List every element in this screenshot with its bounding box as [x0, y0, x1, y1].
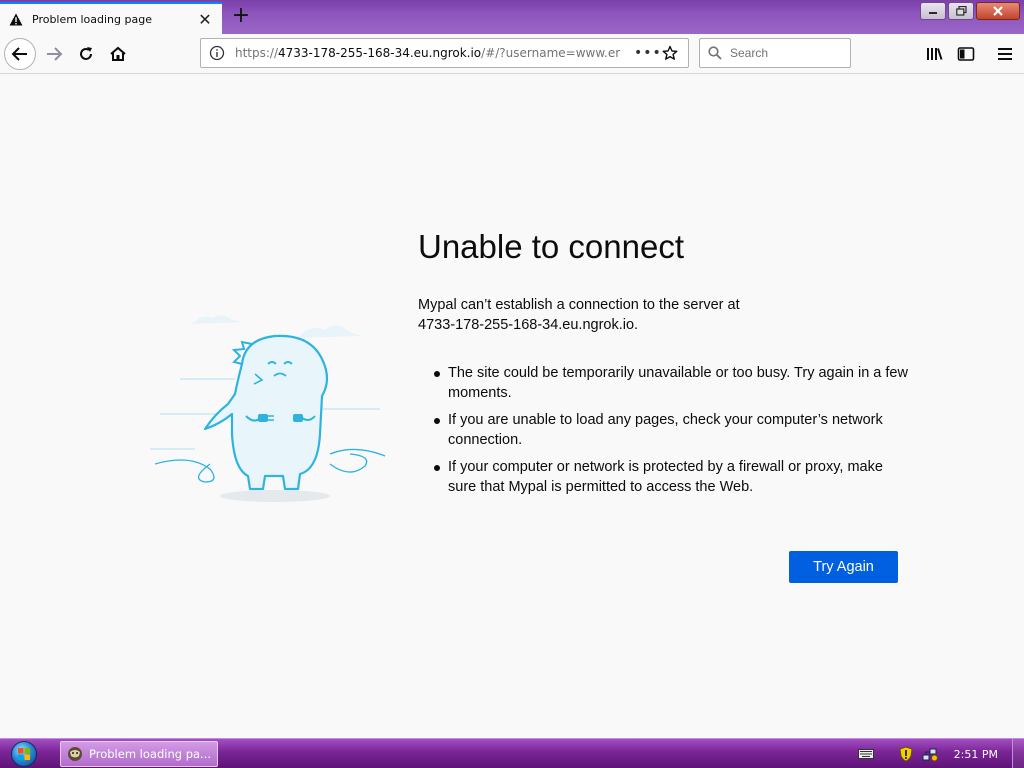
library-button[interactable] [919, 39, 949, 69]
error-description: Mypal can’t establish a connection to th… [418, 295, 908, 335]
back-button[interactable] [4, 38, 36, 70]
new-tab-button[interactable]: + [230, 5, 252, 27]
taskbar: Problem loading pa... 2:51 PM [0, 738, 1024, 768]
system-tray: 2:51 PM [856, 739, 1024, 768]
forward-button[interactable] [38, 38, 70, 70]
page-actions-icon[interactable]: ••• [634, 45, 661, 61]
tab-problem-loading[interactable]: Problem loading page ✕ [0, 2, 222, 34]
tab-title: Problem loading page [32, 12, 152, 26]
site-info-icon[interactable] [207, 43, 227, 63]
nav-toolbar: https://4733-178-255-168-34.eu.ngrok.io/… [0, 34, 1024, 74]
start-button[interactable] [6, 740, 42, 768]
hamburger-menu-icon [998, 48, 1012, 60]
tab-close-icon[interactable]: ✕ [196, 10, 214, 29]
taskbar-item-browser[interactable]: Problem loading pa... [60, 741, 218, 767]
suggestion-list: The site could be temporarily unavailabl… [434, 363, 908, 497]
library-icon [927, 48, 943, 60]
search-input[interactable] [730, 46, 840, 60]
reload-icon [80, 47, 92, 60]
error-page-content: Unable to connect Mypal can’t establish … [0, 74, 1024, 738]
url-scheme: https:// [235, 46, 279, 60]
minimize-button[interactable] [920, 2, 946, 20]
url-bar[interactable]: https://4733-178-255-168-34.eu.ngrok.io/… [200, 38, 689, 68]
suggestion-item: If you are unable to load any pages, che… [434, 410, 908, 450]
reload-button[interactable] [70, 38, 102, 70]
error-description-host: 4733-178-255-168-34.eu.ngrok.io. [418, 317, 639, 333]
restore-button[interactable] [948, 2, 974, 20]
suggestion-item: The site could be temporarily unavailabl… [434, 363, 908, 403]
menu-button[interactable] [990, 39, 1020, 69]
windows-logo-icon [11, 741, 37, 767]
sidebar-toggle-button[interactable] [951, 39, 981, 69]
sidebar-icon [957, 47, 975, 61]
unplugged-dinosaur-illustration [150, 315, 386, 502]
search-icon [708, 46, 722, 60]
back-arrow-icon [11, 47, 27, 61]
home-icon [110, 46, 126, 61]
window-controls [920, 2, 1020, 20]
url-path: /#/?username=www.er [481, 46, 621, 60]
keyboard-icon[interactable] [856, 744, 876, 764]
taskbar-item-label: Problem loading pa... [89, 747, 211, 761]
suggestion-item: If your computer or network is protected… [434, 457, 908, 497]
try-again-button[interactable]: Try Again [789, 551, 898, 583]
error-message: Unable to connect Mypal can’t establish … [418, 227, 908, 504]
browser-app-icon [68, 747, 82, 761]
warning-icon [8, 11, 24, 27]
close-window-button[interactable] [976, 2, 1020, 20]
bookmark-star-icon[interactable] [658, 45, 682, 61]
home-button[interactable] [102, 38, 134, 70]
show-desktop-button[interactable] [1012, 739, 1024, 768]
url-text[interactable]: https://4733-178-255-168-34.eu.ngrok.io/… [235, 46, 634, 60]
network-icon[interactable] [920, 744, 940, 764]
title-bar: Problem loading page ✕ + [0, 0, 1024, 34]
url-host: 4733-178-255-168-34.eu.ngrok.io [278, 46, 482, 60]
clock[interactable]: 2:51 PM [954, 748, 998, 761]
security-shield-icon[interactable] [896, 744, 916, 764]
error-title: Unable to connect [418, 228, 685, 265]
error-description-line1: Mypal can’t establish a connection to th… [418, 297, 740, 313]
search-bar[interactable] [699, 38, 851, 68]
forward-arrow-icon [47, 47, 63, 61]
